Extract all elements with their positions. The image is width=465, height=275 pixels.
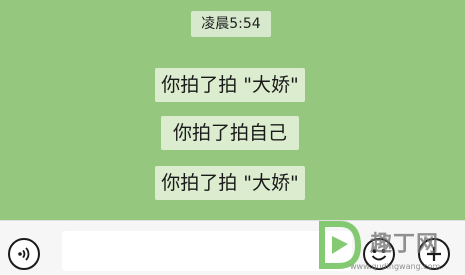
pat-system-message: 你拍了拍 "大娇": [155, 68, 305, 102]
voice-wave-icon: [18, 247, 30, 261]
watermark-url: www.qudingwang.com: [350, 262, 441, 271]
voice-button[interactable]: [8, 238, 40, 270]
watermark-text: 趣丁网: [370, 231, 440, 257]
pat-system-message: 你拍了拍 "大娇": [155, 166, 305, 200]
pat-system-message: 你拍了拍自己: [161, 116, 299, 150]
chat-area: 凌晨5:54 你拍了拍 "大娇" 你拍了拍自己 你拍了拍 "大娇": [0, 0, 465, 220]
timestamp-label: 凌晨5:54: [191, 11, 271, 37]
message-input[interactable]: [62, 231, 352, 271]
